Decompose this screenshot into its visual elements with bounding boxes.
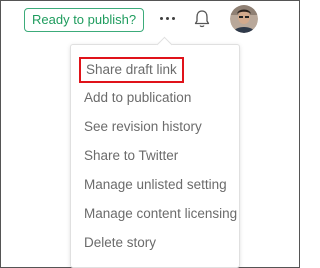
- more-options-icon[interactable]: [158, 11, 178, 25]
- avatar[interactable]: [230, 5, 258, 33]
- bell-icon[interactable]: [192, 8, 212, 30]
- ready-to-publish-button[interactable]: Ready to publish?: [24, 8, 145, 32]
- top-bar: Ready to publish?: [0, 0, 300, 40]
- menu-item-manage-content-licensing[interactable]: Manage content licensing: [84, 206, 237, 222]
- story-options-menu: Share draft link Add to publication See …: [70, 36, 240, 268]
- menu-item-share-draft-link[interactable]: Share draft link: [79, 57, 184, 83]
- menu-item-delete-story[interactable]: Delete story: [84, 235, 156, 251]
- menu-item-add-to-publication[interactable]: Add to publication: [84, 90, 191, 106]
- menu-item-see-revision-history[interactable]: See revision history: [84, 119, 202, 135]
- menu-item-manage-unlisted-setting[interactable]: Manage unlisted setting: [84, 177, 227, 193]
- menu-item-share-to-twitter[interactable]: Share to Twitter: [84, 148, 178, 164]
